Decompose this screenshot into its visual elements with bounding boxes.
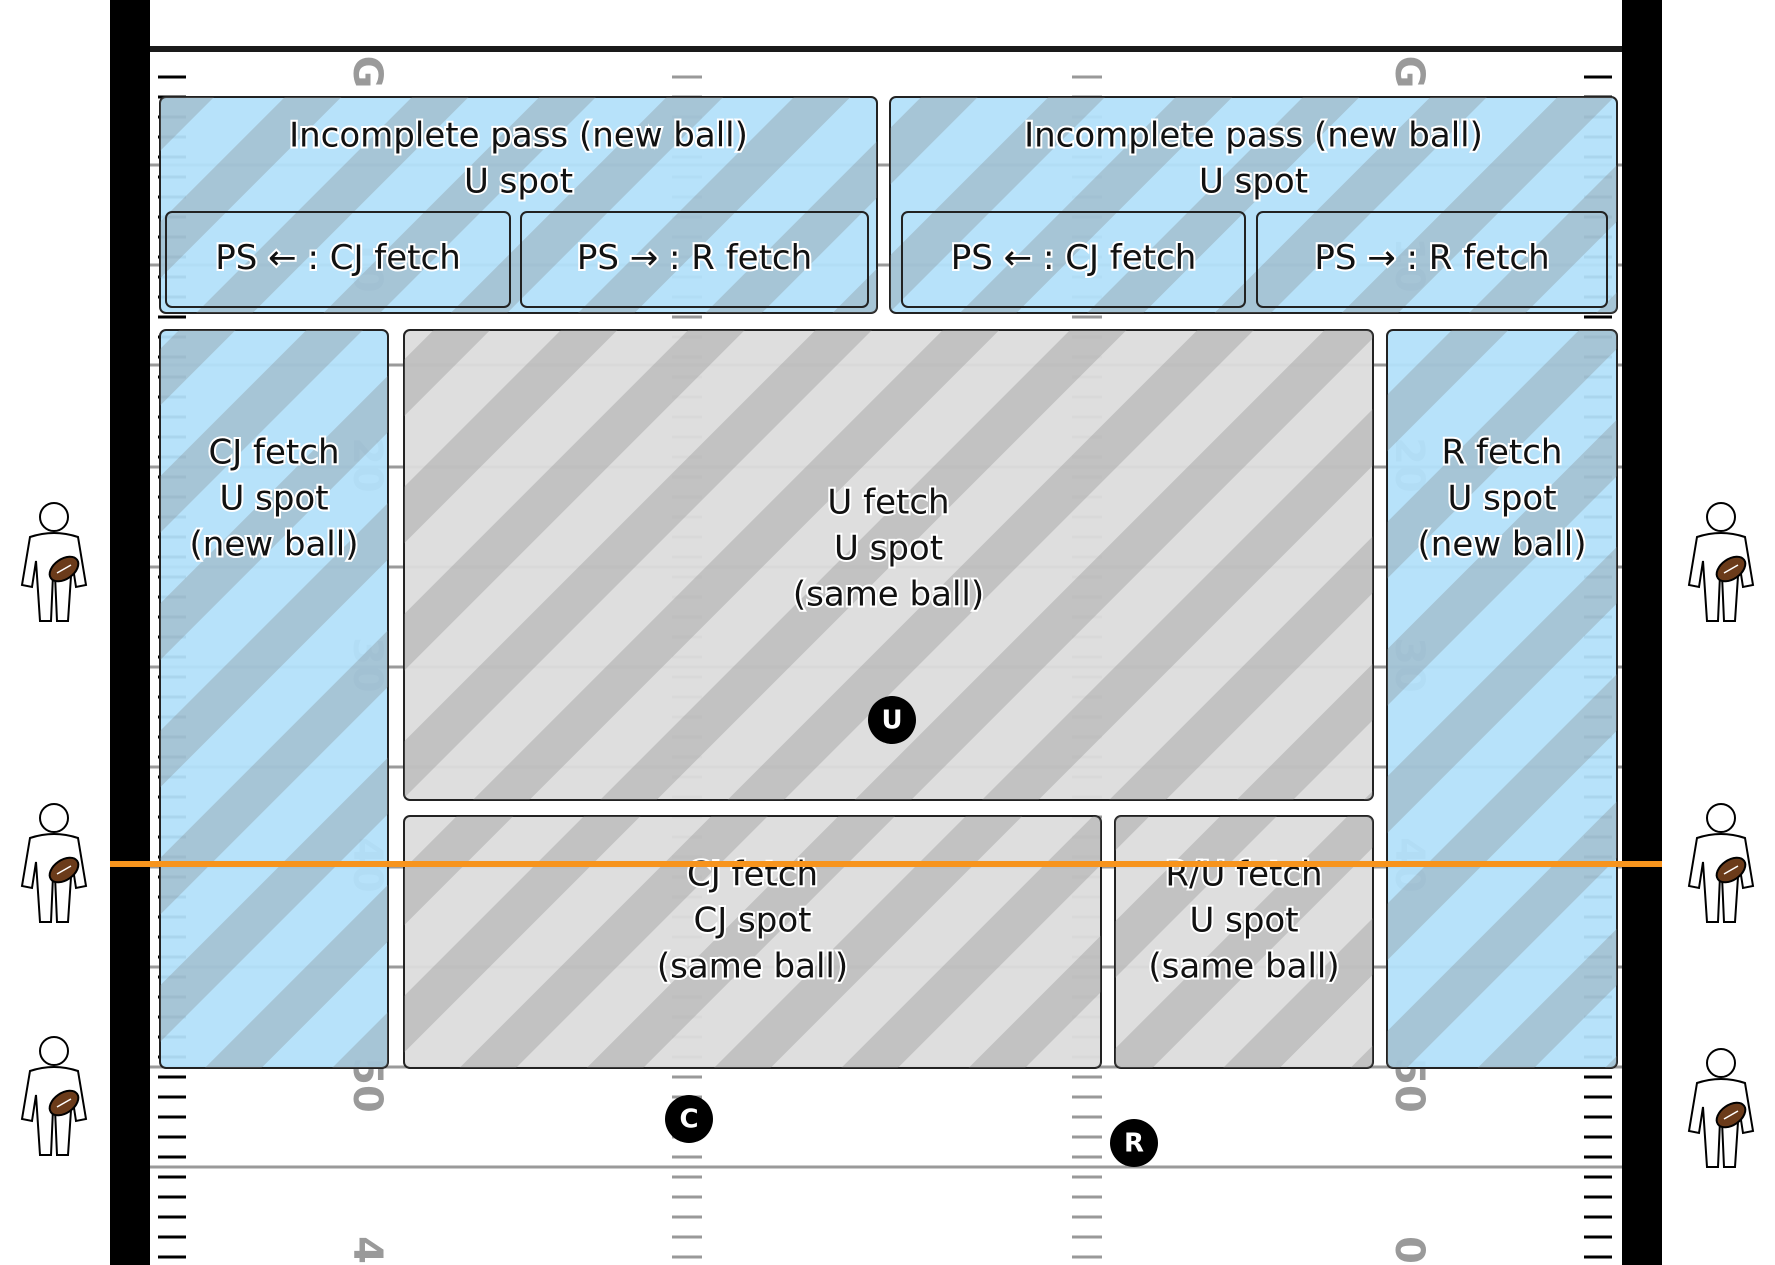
zone-label: (same ball) xyxy=(657,947,848,987)
zone-label: U spot xyxy=(1447,479,1556,519)
ball-person-icon xyxy=(1688,1048,1754,1168)
zone-cj-fetch-cj-spot: CJ fetch CJ spot (same ball) xyxy=(403,815,1102,1069)
official-label: U xyxy=(881,706,902,736)
zone-ru-fetch-u-spot: R/U fetch U spot (same ball) xyxy=(1114,815,1374,1069)
yard-number-right: 0 xyxy=(1386,1236,1432,1264)
zone-label: U spot xyxy=(464,162,573,202)
zone-label: PS ← : CJ fetch xyxy=(951,238,1197,278)
ball-person-icon xyxy=(1688,502,1754,622)
zone-label: CJ fetch xyxy=(687,855,818,895)
yard-number-left: G xyxy=(344,56,390,89)
zone-label: U spot xyxy=(1199,162,1308,202)
official-referee: R xyxy=(1110,1119,1158,1167)
zone-ps-right-r-fetch-1: PS → : R fetch xyxy=(520,211,869,308)
yard-number-right: G xyxy=(1386,56,1432,89)
zone-cj-fetch-new-ball: CJ fetch U spot (new ball) xyxy=(159,329,389,1069)
zone-ps-left-cj-fetch-1: PS ← : CJ fetch xyxy=(165,211,511,308)
zone-ps-right-r-fetch-2: PS → : R fetch xyxy=(1256,211,1608,308)
line-to-gain xyxy=(110,861,1662,867)
zone-label: Incomplete pass (new ball) xyxy=(289,116,748,156)
right-sideline xyxy=(1622,0,1662,1265)
zone-label: Incomplete pass (new ball) xyxy=(1024,116,1483,156)
yard-number-left: 4 xyxy=(344,1236,390,1264)
end-line xyxy=(150,46,1622,52)
zone-label: U spot xyxy=(834,529,943,569)
zone-label: PS → : R fetch xyxy=(577,238,812,278)
zone-label: R fetch xyxy=(1442,433,1563,473)
official-label: R xyxy=(1124,1129,1144,1159)
zone-label: PS ← : CJ fetch xyxy=(215,238,461,278)
zone-label: (new ball) xyxy=(190,525,359,565)
zone-ps-left-cj-fetch-2: PS ← : CJ fetch xyxy=(901,211,1246,308)
zone-label: (same ball) xyxy=(1148,947,1339,987)
zone-label: U spot xyxy=(219,479,328,519)
field-diagram: G10203040504G10203040500 Incomplete pass… xyxy=(21,0,1754,1265)
official-label: C xyxy=(679,1105,698,1135)
zone-r-fetch-new-ball: R fetch U spot (new ball) xyxy=(1386,329,1618,1069)
zone-label: U spot xyxy=(1189,901,1298,941)
zone-label: PS → : R fetch xyxy=(1314,238,1549,278)
ball-person-icon xyxy=(21,502,87,622)
coverage-zones: Incomplete pass (new ball) U spot Incomple… xyxy=(159,96,1618,1069)
official-umpire: U xyxy=(868,696,916,744)
ball-person-icon xyxy=(21,1036,87,1156)
ball-person-icon xyxy=(21,803,87,923)
zone-label: (same ball) xyxy=(793,575,984,615)
zone-label: R/U fetch xyxy=(1165,855,1322,895)
zone-label: CJ fetch xyxy=(208,433,339,473)
zone-label: (new ball) xyxy=(1418,525,1587,565)
zone-label: CJ spot xyxy=(693,901,811,941)
ball-person-icon xyxy=(1688,803,1754,923)
official-center-judge: C xyxy=(665,1095,713,1143)
zone-label: U fetch xyxy=(827,483,949,523)
left-sideline xyxy=(110,0,150,1265)
